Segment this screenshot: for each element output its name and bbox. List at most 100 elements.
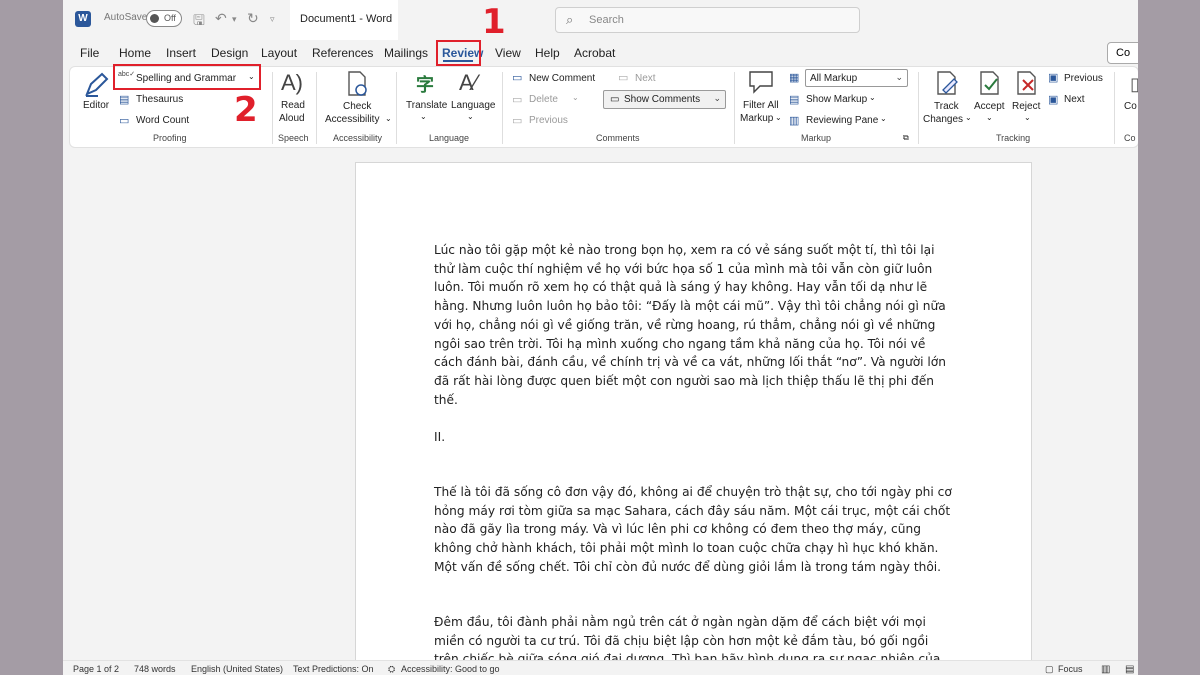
previous-comment-icon: ▭ [512,115,523,127]
check-accessibility-label-1[interactable]: Check [343,101,371,112]
document-page[interactable]: Lúc nào tôi gặp một kẻ nào trong bọn họ,… [355,162,1032,675]
delete-comment-button[interactable]: Delete [529,94,558,105]
show-markup-button[interactable]: Show Markup [806,94,867,105]
undo-dropdown-icon[interactable]: ▾ [232,14,237,25]
reject-button[interactable]: Reject [1012,101,1040,112]
track-changes-label-1[interactable]: Track [934,101,959,112]
print-layout-icon[interactable]: ▤ [1125,664,1134,675]
accessibility-checker-icon: ⛭ [388,664,396,674]
next-comment-button[interactable]: Next [635,73,656,84]
accept-dropdown-icon[interactable]: ⌄ [986,113,993,122]
show-markup-icon: ▤ [789,94,800,106]
filter-markup-dropdown-icon[interactable]: ⌄ [775,113,782,122]
filter-markup-icon[interactable] [748,70,774,94]
autosave-state: Off [164,13,176,23]
reject-icon[interactable] [1014,70,1040,96]
new-comment-button[interactable]: New Comment [529,73,595,84]
show-comments-dropdown-icon[interactable]: ⌄ [713,93,721,104]
word-count-button[interactable]: Word Count [136,115,189,126]
undo-icon[interactable]: ↶ [215,10,227,27]
comments-button[interactable]: Co [1107,42,1138,64]
show-comments-label: Show Comments [624,94,701,105]
word-app-icon: W [75,11,91,27]
focus-icon: ▢ [1045,664,1054,674]
accessibility-dropdown-icon[interactable]: ⌄ [385,114,392,123]
thesaurus-button[interactable]: Thesaurus [136,94,183,105]
compare-icon[interactable]: ▯ [1130,74,1138,95]
page-count[interactable]: Page 1 of 2 [73,664,119,674]
accept-icon[interactable] [977,70,1003,96]
new-comment-icon: ▭ [512,72,523,84]
read-aloud-label-2[interactable]: Aloud [279,113,305,124]
word-count-icon: ▭ [119,115,130,127]
read-mode-icon[interactable]: ▥ [1101,664,1110,675]
tab-mailings[interactable]: Mailings [384,46,428,60]
translate-button[interactable]: Translate [406,100,447,111]
spelling-highlight [113,64,261,90]
reviewing-pane-button[interactable]: Reviewing Pane [806,115,878,126]
focus-button[interactable]: Focus [1058,664,1083,674]
previous-change-button[interactable]: Previous [1064,73,1103,84]
read-aloud-label-1[interactable]: Read [281,100,305,111]
tab-view[interactable]: View [495,46,521,60]
language-dropdown-icon[interactable]: ⌄ [467,112,474,121]
thesaurus-icon: ▤ [119,94,130,106]
read-aloud-icon[interactable]: A) [281,70,303,95]
tab-insert[interactable]: Insert [166,46,196,60]
next-comment-icon: ▭ [618,72,629,84]
markup-dialog-launcher-icon[interactable]: ⧉ [903,133,909,143]
show-markup-dropdown-icon[interactable]: ⌄ [869,93,876,102]
paragraph-1: Lúc nào tôi gặp một kẻ nào trong bọn họ,… [434,243,946,407]
separator [502,72,503,144]
track-changes-icon[interactable] [934,70,960,96]
annotation-step-1: 1 [482,2,506,42]
editor-icon[interactable] [84,72,110,98]
filter-markup-label-1[interactable]: Filter All [743,100,779,111]
language-icon[interactable]: A⁄ [459,70,481,95]
tab-references[interactable]: References [312,46,373,60]
group-label-proofing: Proofing [153,133,187,143]
display-for-review-dropdown[interactable]: All Markup ⌄ [805,69,908,87]
display-for-review-icon: ▦ [789,72,800,84]
tab-design[interactable]: Design [211,46,248,60]
search-box[interactable]: ⌕ Search [555,7,860,33]
accept-button[interactable]: Accept [974,101,1005,112]
translate-dropdown-icon[interactable]: ⌄ [420,112,427,121]
previous-comment-button[interactable]: Previous [529,115,568,126]
save-icon[interactable]: 🖫 [193,10,205,34]
tab-home[interactable]: Home [119,46,151,60]
delete-dropdown-icon[interactable]: ⌄ [572,93,579,102]
language-status[interactable]: English (United States) [191,664,283,674]
editor-button[interactable]: Editor [83,100,109,111]
check-accessibility-icon[interactable] [346,71,368,97]
separator [918,72,919,144]
reviewing-pane-dropdown-icon[interactable]: ⌄ [880,114,887,123]
tab-help[interactable]: Help [535,46,560,60]
comments-button-label: Co [1116,47,1131,59]
redo-icon[interactable]: ↻ [247,10,259,27]
word-count-status[interactable]: 748 words [134,664,176,674]
tab-layout[interactable]: Layout [261,46,297,60]
check-accessibility-label-2[interactable]: Accessibility [325,114,379,125]
show-comments-toggle[interactable]: ▭ Show Comments ⌄ [603,90,726,109]
filter-markup-label-2[interactable]: Markup [740,113,773,124]
autosave-toggle[interactable]: Off [146,10,182,27]
review-tab-highlight [436,40,481,66]
track-changes-label-2[interactable]: Changes [923,114,963,125]
tab-file[interactable]: File [80,46,99,60]
customize-toolbar-icon[interactable]: ▿ [270,14,275,25]
all-markup-dropdown-icon: ⌄ [895,72,903,82]
track-changes-dropdown-icon[interactable]: ⌄ [965,113,972,122]
reject-dropdown-icon[interactable]: ⌄ [1024,113,1031,122]
language-button[interactable]: Language [451,100,496,111]
accessibility-status[interactable]: Accessibility: Good to go [401,664,500,674]
translate-icon[interactable]: 字 [416,71,438,95]
all-markup-label: All Markup [810,73,858,84]
paragraph-2: Thế là tôi đã sống cô đơn vậy đó, không … [434,485,952,574]
tab-acrobat[interactable]: Acrobat [574,46,615,60]
next-change-icon: ▣ [1048,94,1059,106]
next-change-button[interactable]: Next [1064,94,1085,105]
text-predictions-status[interactable]: Text Predictions: On [293,664,374,674]
compare-button-cut[interactable]: Co [1124,101,1137,112]
status-bar: Page 1 of 2 748 words English (United St… [63,660,1138,675]
